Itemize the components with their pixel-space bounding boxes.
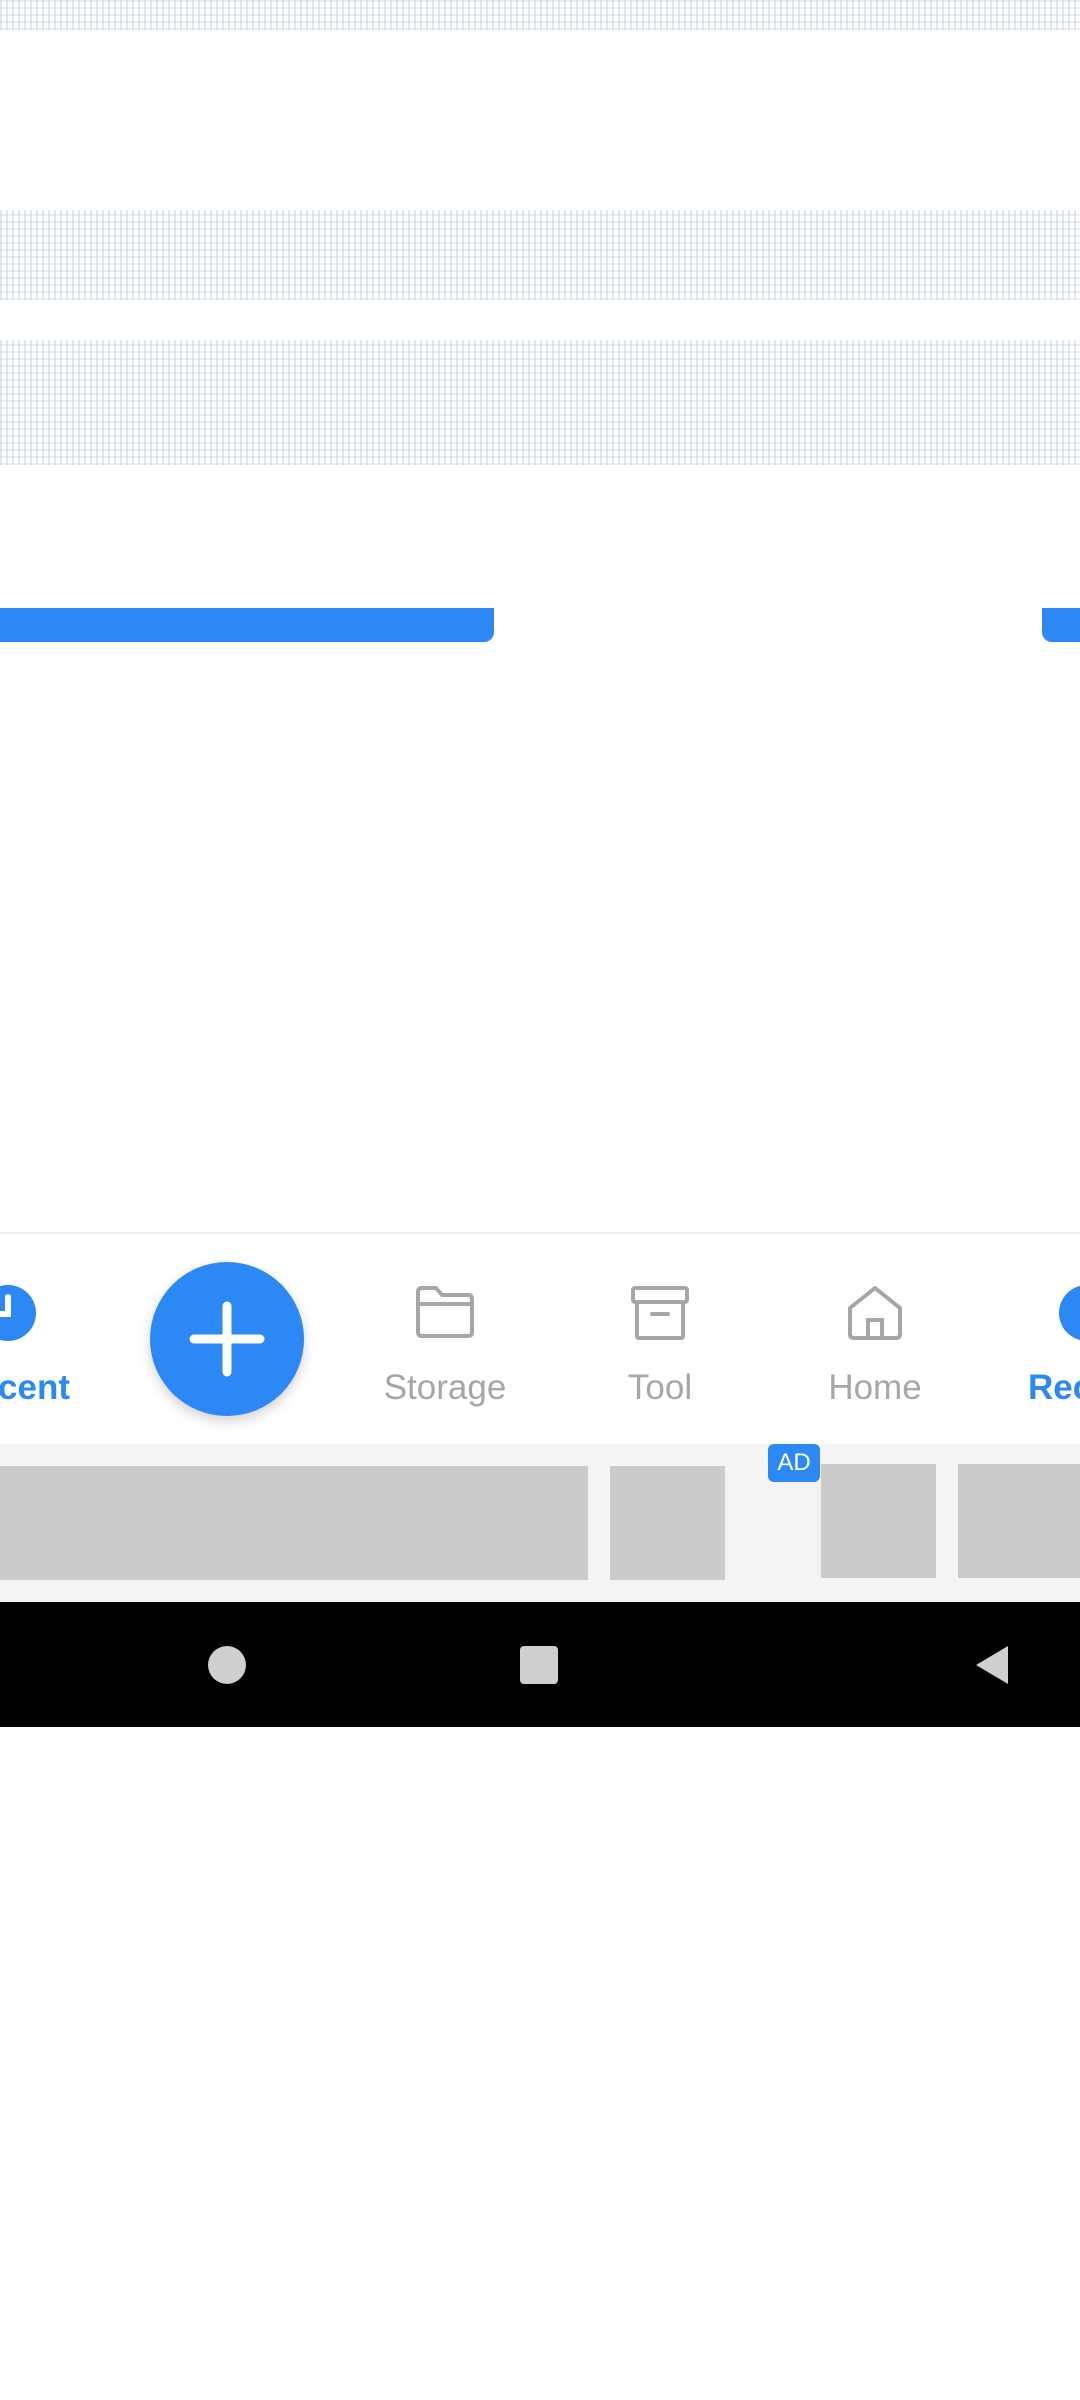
blue-bar-left[interactable] bbox=[0, 608, 494, 642]
nav-label-recent-2[interactable]: Rec bbox=[1028, 1368, 1080, 1408]
nav-label-storage[interactable]: Storage bbox=[345, 1368, 545, 1408]
ad-placeholder-image[interactable] bbox=[0, 1466, 588, 1580]
plus-icon bbox=[189, 1301, 265, 1377]
clock-icon[interactable] bbox=[0, 1283, 38, 1348]
home-icon[interactable] bbox=[844, 1282, 906, 1347]
loading-placeholder-band-1 bbox=[0, 0, 1080, 30]
archive-box-icon[interactable] bbox=[629, 1284, 691, 1347]
blue-bar-right[interactable] bbox=[1042, 608, 1080, 642]
ad-badge: AD bbox=[768, 1444, 820, 1482]
clock-icon-2[interactable] bbox=[1057, 1283, 1080, 1348]
nav-label-recent[interactable]: cent bbox=[0, 1368, 70, 1408]
nav-label-tool[interactable]: Tool bbox=[560, 1368, 760, 1408]
add-button[interactable] bbox=[150, 1262, 304, 1416]
ad-placeholder-image-2[interactable] bbox=[821, 1464, 936, 1578]
loading-placeholder-band-2 bbox=[0, 210, 1080, 300]
ad-placeholder-button[interactable] bbox=[610, 1466, 725, 1580]
loading-placeholder-band-3 bbox=[0, 340, 1080, 465]
ad-banner[interactable] bbox=[0, 1444, 1080, 1602]
folder-icon[interactable] bbox=[414, 1284, 476, 1345]
home-circle-button[interactable] bbox=[208, 1646, 246, 1684]
bottom-navigation-bar: cent Storage Tool Home Rec bbox=[0, 1232, 1080, 1446]
ad-placeholder-image-3[interactable] bbox=[958, 1464, 1080, 1578]
nav-label-home[interactable]: Home bbox=[775, 1368, 975, 1408]
recents-square-button[interactable] bbox=[520, 1646, 558, 1684]
empty-bottom-area bbox=[0, 1727, 1080, 2400]
system-navigation-bar bbox=[0, 1602, 1080, 1727]
back-triangle-button[interactable] bbox=[972, 1644, 1012, 1691]
